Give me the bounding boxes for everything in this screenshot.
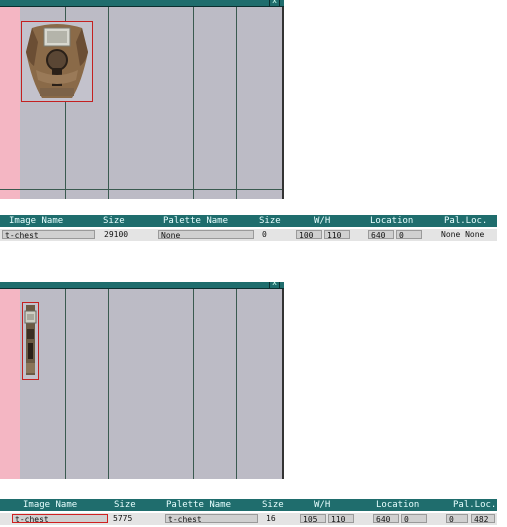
palette-location-a-field[interactable]: 0 [446,514,468,523]
col-location: Location [376,500,420,510]
height-field[interactable]: 110 [324,230,350,239]
col-location: Location [370,216,414,226]
location-x-field[interactable]: 640 [368,230,394,239]
col-wh: W/H [314,500,331,510]
palette-location-value: None None [441,230,485,239]
info-values-2: t-chest 5775 t-chest 16 105 110 640 0 0 … [0,513,497,525]
col-image-name: Image Name [23,500,78,510]
palette-strip [0,7,20,199]
location-y-field[interactable]: 0 [396,230,422,239]
belt-strap-icon [23,303,38,379]
col-pal-size: Size [259,216,281,226]
col-pal-loc: Pal.Loc. [453,500,497,510]
size-value: 5775 [113,514,133,523]
chest-armor-icon [22,22,92,101]
sprite-canvas-2[interactable] [0,289,284,479]
info-header-2: Image Name Size Palette Name Size W/H Lo… [0,499,497,511]
col-image-name: Image Name [9,216,64,226]
grid-line [193,7,194,199]
location-x-field[interactable]: 640 [373,514,399,523]
image-info-bar-2: Image Name Size Palette Name Size W/H Lo… [0,499,497,527]
sprite-chest-armor[interactable] [21,21,93,102]
palette-size-value: 16 [266,514,276,523]
palette-size-value: 0 [262,230,267,239]
height-field[interactable]: 110 [328,514,354,523]
width-field[interactable]: 100 [296,230,322,239]
viewer-titlebar-2[interactable]: x [0,282,284,289]
grid-line [193,289,194,479]
sprite-viewer-1: x [0,0,284,199]
viewer-titlebar-1[interactable]: x [0,0,284,7]
sprite-belt-strap[interactable] [22,302,39,380]
scrollbar[interactable] [282,289,284,479]
image-name-field[interactable]: t-chest [2,230,95,239]
col-size: Size [103,216,125,226]
col-palette-name: Palette Name [163,216,229,226]
close-icon[interactable]: x [269,282,280,289]
col-pal-loc: Pal.Loc. [444,216,488,226]
image-name-field[interactable]: t-chest [12,514,108,523]
palette-name-field[interactable]: None [158,230,254,239]
scrollbar[interactable] [282,7,284,199]
sprite-viewer-2: x [0,282,284,479]
close-icon[interactable]: x [269,0,280,7]
image-info-bar-1: Image Name Size Palette Name Size W/H Lo… [0,215,497,245]
grid-line [108,7,109,199]
grid-line [108,289,109,479]
grid-line [65,289,66,479]
sprite-canvas-1[interactable] [0,7,284,199]
grid-line [236,289,237,479]
info-header-1: Image Name Size Palette Name Size W/H Lo… [0,215,497,227]
col-size: Size [114,500,136,510]
grid-line [0,189,284,190]
location-y-field[interactable]: 0 [401,514,427,523]
width-field[interactable]: 105 [300,514,326,523]
info-values-1: t-chest 29100 None 0 100 110 640 0 None … [0,229,497,241]
palette-name-field[interactable]: t-chest [165,514,258,523]
col-palette-name: Palette Name [166,500,232,510]
palette-strip [0,289,20,479]
col-pal-size: Size [262,500,284,510]
grid-line [236,7,237,199]
size-value: 29100 [104,230,129,239]
col-wh: W/H [314,216,331,226]
palette-location-b-field[interactable]: 482 [471,514,495,523]
